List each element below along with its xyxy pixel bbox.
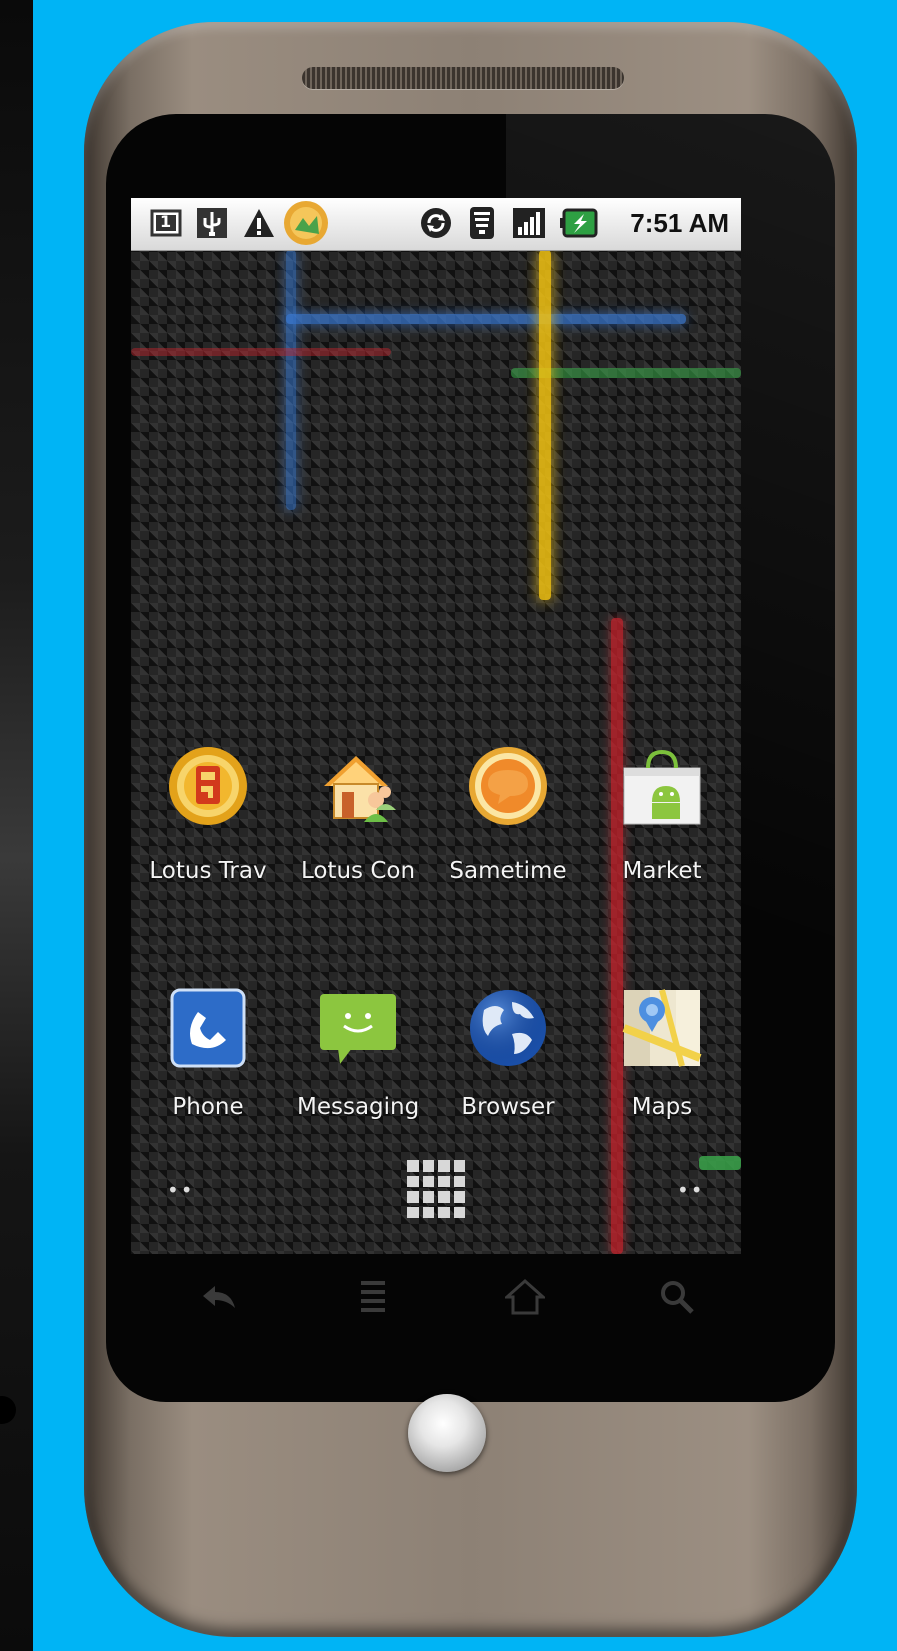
app-label: Market: [622, 858, 702, 884]
page-indicator-left[interactable]: ••: [167, 1178, 195, 1202]
wallpaper-glow-red-h: [131, 348, 391, 356]
market-icon: [622, 746, 702, 826]
status-bar[interactable]: 1 7:51 AM: [131, 198, 741, 251]
app-lotus-connections[interactable]: Lotus Con: [283, 746, 433, 896]
phone-screen: 1 7:51 AM Lotus Trav Lotus Con Sametime …: [131, 198, 741, 1254]
app-label: Browser: [461, 1094, 555, 1120]
wallpaper-glow-green-small: [699, 1156, 741, 1170]
home-icon[interactable]: [500, 1272, 550, 1322]
app-label: Phone: [172, 1094, 244, 1120]
lotus-connections-icon: [318, 746, 398, 826]
notification-count-icon: 1: [149, 206, 183, 240]
sametime-icon: [468, 746, 548, 826]
app-label: Maps: [631, 1094, 693, 1120]
browser-icon: [468, 988, 548, 1068]
app-label: Lotus Con: [300, 858, 416, 884]
phone-icon: [168, 988, 248, 1068]
app-sametime[interactable]: Sametime: [433, 746, 583, 896]
maps-icon: [622, 988, 702, 1068]
app-messaging[interactable]: Messaging: [283, 988, 433, 1138]
search-icon[interactable]: [652, 1272, 702, 1322]
wifi-icon: [465, 206, 499, 240]
app-label: Messaging: [297, 1094, 419, 1120]
wallpaper-glow-red-v: [611, 618, 623, 1254]
status-clock: 7:51 AM: [630, 208, 729, 238]
earpiece-speaker: [302, 67, 624, 89]
wallpaper-glow-blue-v: [286, 250, 296, 510]
lotus-app-notification-icon: [283, 200, 329, 246]
page-indicator-right[interactable]: ••: [677, 1178, 705, 1202]
signal-icon: [511, 206, 547, 240]
app-phone[interactable]: Phone: [133, 988, 283, 1138]
menu-icon[interactable]: [348, 1272, 398, 1322]
battery-charging-icon: [559, 206, 599, 240]
app-label: Lotus Trav: [149, 858, 267, 884]
back-icon[interactable]: [194, 1272, 244, 1322]
app-lotus-traveler[interactable]: Lotus Trav: [133, 746, 283, 896]
app-maps[interactable]: Maps: [587, 988, 737, 1138]
trackball-button[interactable]: [408, 1394, 486, 1472]
app-label: Sametime: [449, 858, 567, 884]
warning-icon: [241, 206, 277, 240]
app-browser[interactable]: Browser: [433, 988, 583, 1138]
usb-icon: [195, 206, 229, 240]
wallpaper-glow-blue-h: [286, 314, 686, 324]
app-market[interactable]: Market: [587, 746, 737, 896]
lotus-traveler-icon: [168, 746, 248, 826]
wallpaper-glow-yellow-v: [539, 250, 551, 600]
app-drawer-button[interactable]: [407, 1160, 465, 1218]
sync-icon: [419, 206, 453, 240]
messaging-icon: [318, 988, 398, 1068]
